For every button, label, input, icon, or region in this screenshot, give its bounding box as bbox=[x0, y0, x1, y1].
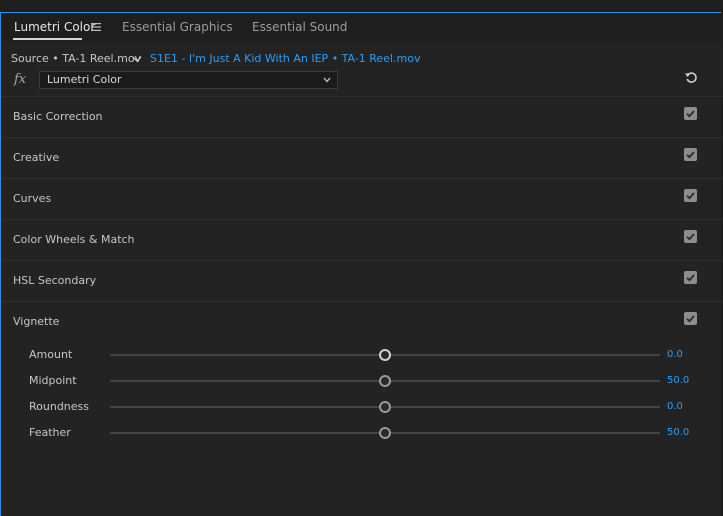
panel-tab-bar: Lumetri Color Essential Graphics Essenti… bbox=[1, 13, 722, 41]
enable-checkbox[interactable] bbox=[684, 107, 697, 120]
section-color-wheels-match[interactable]: Color Wheels & Match bbox=[1, 219, 722, 260]
slider-label: Midpoint bbox=[29, 374, 77, 387]
slider-feather: Feather 50.0 bbox=[1, 421, 722, 447]
checkmark-icon bbox=[686, 151, 695, 159]
fx-icon: fx bbox=[14, 72, 27, 87]
lumetri-panel: Lumetri Color Essential Graphics Essenti… bbox=[0, 12, 722, 516]
slider-handle[interactable] bbox=[379, 349, 391, 361]
checkmark-icon bbox=[686, 110, 695, 118]
slider-label: Amount bbox=[29, 348, 73, 361]
tab-essential-sound[interactable]: Essential Sound bbox=[252, 13, 347, 41]
source-bar: Source • TA-1 Reel.mov S1E1 - I'm Just A… bbox=[1, 47, 722, 71]
checkmark-icon bbox=[686, 192, 695, 200]
section-title: Curves bbox=[13, 192, 52, 205]
enable-checkbox[interactable] bbox=[684, 312, 697, 325]
reset-icon[interactable] bbox=[684, 70, 698, 84]
section-curves[interactable]: Curves bbox=[1, 178, 722, 219]
enable-checkbox[interactable] bbox=[684, 230, 697, 243]
chevron-down-icon[interactable] bbox=[132, 54, 142, 64]
slider-value[interactable]: 50.0 bbox=[667, 375, 689, 386]
section-title: Creative bbox=[13, 151, 60, 164]
slider-handle[interactable] bbox=[379, 375, 391, 387]
tab-essential-graphics[interactable]: Essential Graphics bbox=[122, 13, 233, 41]
section-hsl-secondary[interactable]: HSL Secondary bbox=[1, 260, 722, 301]
slider-value[interactable]: 50.0 bbox=[667, 427, 689, 438]
section-title: HSL Secondary bbox=[13, 274, 97, 287]
section-title: Basic Correction bbox=[13, 110, 103, 123]
effect-row: fx Lumetri Color bbox=[1, 69, 722, 95]
enable-checkbox[interactable] bbox=[684, 148, 697, 161]
slider-handle[interactable] bbox=[379, 427, 391, 439]
section-creative[interactable]: Creative bbox=[1, 137, 722, 178]
sequence-clip-link[interactable]: S1E1 - I'm Just A Kid With An IEP • TA-1… bbox=[150, 52, 420, 65]
section-vignette[interactable]: Vignette bbox=[1, 301, 722, 342]
tab-lumetri-color[interactable]: Lumetri Color bbox=[14, 13, 95, 41]
section-basic-correction[interactable]: Basic Correction bbox=[1, 96, 722, 137]
active-tab-indicator bbox=[13, 38, 82, 40]
section-title: Color Wheels & Match bbox=[13, 233, 135, 246]
source-clip-dropdown[interactable]: Source • TA-1 Reel.mov bbox=[11, 52, 141, 65]
enable-checkbox[interactable] bbox=[684, 271, 697, 284]
slider-label: Feather bbox=[29, 426, 71, 439]
checkmark-icon bbox=[686, 315, 695, 323]
effect-select[interactable]: Lumetri Color bbox=[39, 71, 338, 89]
enable-checkbox[interactable] bbox=[684, 189, 697, 202]
section-list: Basic Correction Creative Curves Color W… bbox=[1, 96, 722, 342]
effect-select-value: Lumetri Color bbox=[47, 73, 122, 86]
checkmark-icon bbox=[686, 274, 695, 282]
slider-roundness: Roundness 0.0 bbox=[1, 395, 722, 421]
slider-midpoint: Midpoint 50.0 bbox=[1, 369, 722, 395]
chevron-down-icon bbox=[323, 77, 331, 83]
panel-menu-icon[interactable] bbox=[91, 22, 101, 32]
slider-handle[interactable] bbox=[379, 401, 391, 413]
section-title: Vignette bbox=[13, 315, 60, 328]
checkmark-icon bbox=[686, 233, 695, 241]
slider-amount: Amount 0.0 bbox=[1, 343, 722, 369]
slider-value[interactable]: 0.0 bbox=[667, 349, 683, 360]
slider-label: Roundness bbox=[29, 400, 90, 413]
slider-value[interactable]: 0.0 bbox=[667, 401, 683, 412]
